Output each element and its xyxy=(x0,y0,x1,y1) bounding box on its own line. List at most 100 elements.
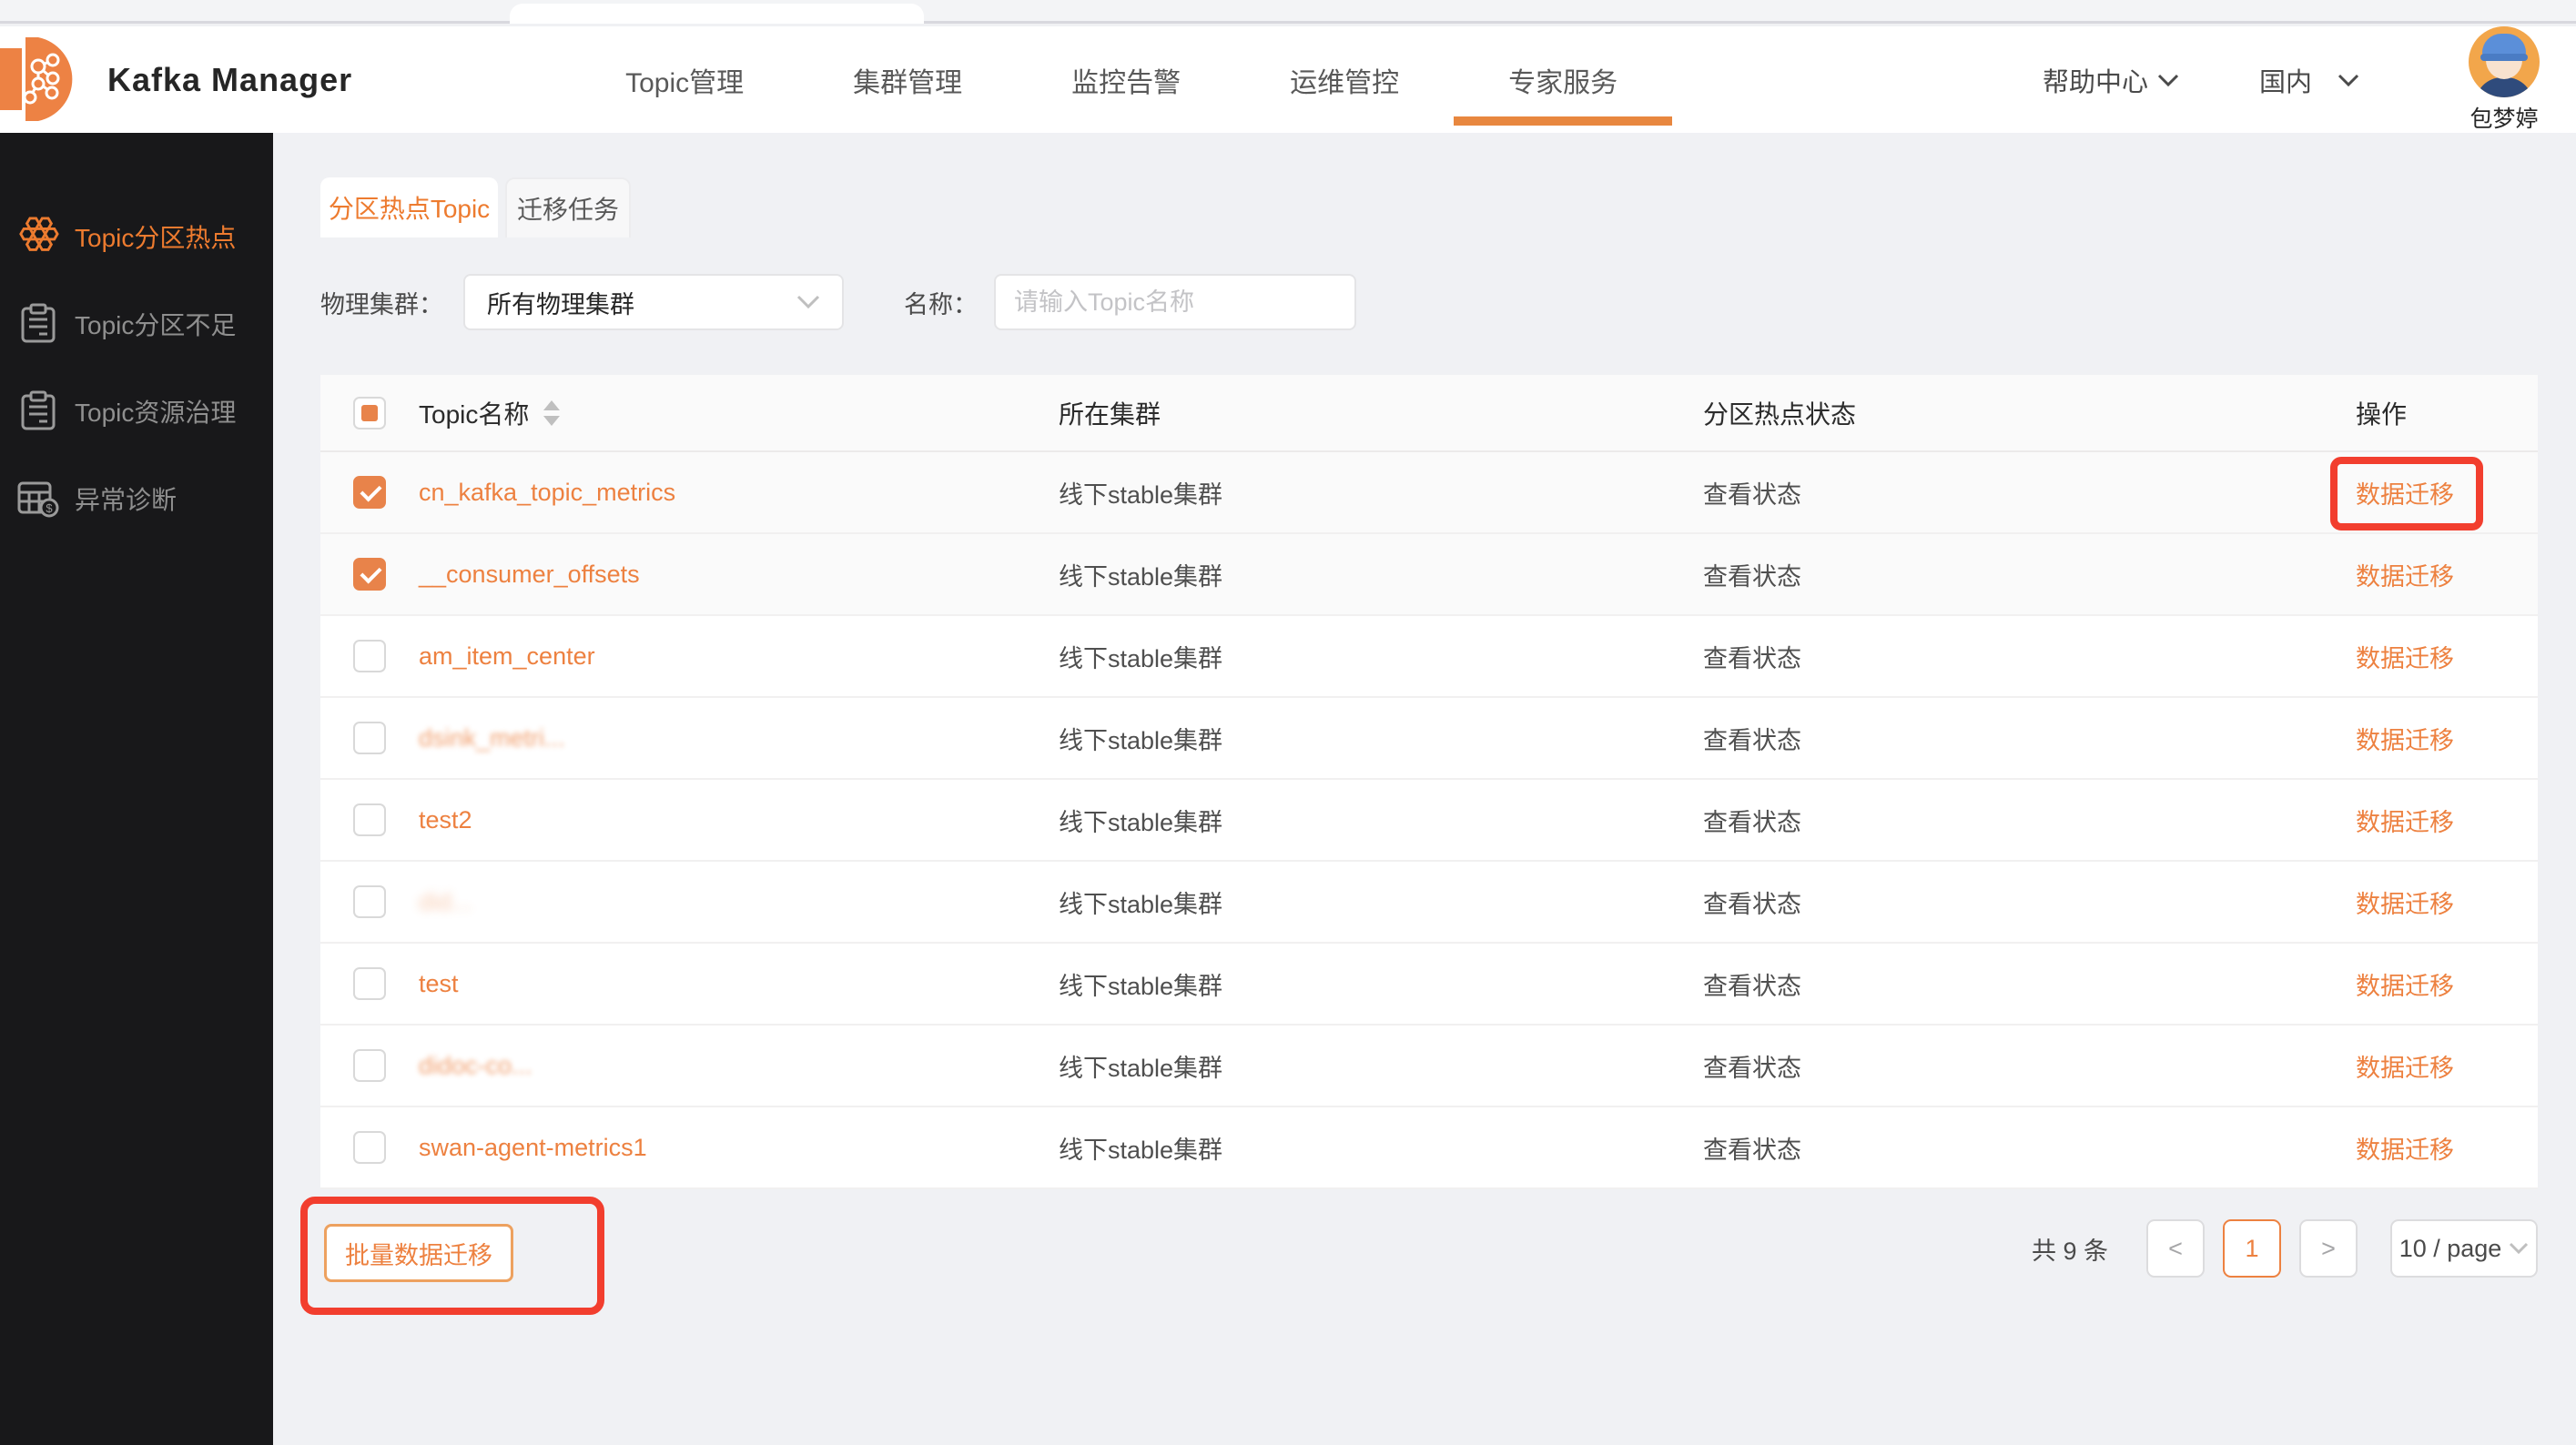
migrate-link[interactable]: 数据迁移 xyxy=(2356,973,2454,1000)
migrate-link[interactable]: 数据迁移 xyxy=(2356,563,2454,591)
tab-migration-tasks[interactable]: 迁移任务 xyxy=(505,177,631,237)
topic-link[interactable]: __consumer_offsets xyxy=(419,561,640,588)
page-size-value: 10 / page xyxy=(2399,1235,2502,1263)
topic-link[interactable]: did... xyxy=(419,888,472,915)
sidebar: Topic分区热点 Topic分区不足 Topic资源治理 xyxy=(0,133,273,1445)
topic-link[interactable]: swan-agent-metrics1 xyxy=(419,1134,647,1161)
migrate-link[interactable]: 数据迁移 xyxy=(2356,891,2454,918)
table-header-row: Topic名称 所在集群 分区热点状态 操作 xyxy=(320,375,2538,452)
row-checkbox[interactable] xyxy=(353,476,386,509)
topic-link[interactable]: cn_kafka_topic_metrics xyxy=(419,479,675,506)
tab-partition-hotspot-topic[interactable]: 分区热点Topic xyxy=(320,177,498,237)
app-title: Kafka Manager xyxy=(107,61,352,99)
page-1-button[interactable]: 1 xyxy=(2223,1219,2281,1278)
physical-cluster-value: 所有物理集群 xyxy=(487,285,796,320)
clipboard-icon xyxy=(15,390,62,432)
topic-link[interactable]: dsink_metri... xyxy=(419,724,565,752)
row-checkbox[interactable] xyxy=(353,885,386,918)
cluster-cell: 线下stable集群 xyxy=(1059,1048,1703,1084)
honeycomb-icon xyxy=(15,216,62,258)
table-row: __consumer_offsets 线下stable集群 查看状态 数据迁移 xyxy=(320,534,2538,616)
content-tabs: 分区热点Topic 迁移任务 xyxy=(320,177,2538,237)
select-all-checkbox[interactable] xyxy=(353,397,386,429)
table-row: test 线下stable集群 查看状态 数据迁移 xyxy=(320,944,2538,1026)
sidebar-item-topic-partition-hotspot[interactable]: Topic分区热点 xyxy=(0,193,273,280)
region-label: 国内 xyxy=(2259,61,2312,99)
username: 包梦婷 xyxy=(2470,101,2538,134)
sort-toggle[interactable] xyxy=(543,400,560,426)
browser-tab-remnant xyxy=(510,4,924,24)
table-row: cn_kafka_topic_metrics 线下stable集群 查看状态 数… xyxy=(320,452,2538,534)
status-link[interactable]: 查看状态 xyxy=(1703,891,1801,918)
topic-link[interactable]: am_item_center xyxy=(419,642,595,670)
sidebar-item-label: Topic分区热点 xyxy=(75,218,236,255)
status-link[interactable]: 查看状态 xyxy=(1703,973,1801,1000)
svg-text:$: $ xyxy=(46,501,53,515)
row-checkbox[interactable] xyxy=(353,967,386,1000)
page-size-select[interactable]: 10 / page xyxy=(2390,1219,2538,1278)
browser-strip xyxy=(0,0,2576,24)
topic-search-input[interactable] xyxy=(1014,288,1336,317)
topic-link[interactable]: test xyxy=(419,970,459,997)
sort-desc-icon[interactable] xyxy=(543,416,560,426)
next-page-button[interactable]: > xyxy=(2299,1219,2358,1278)
avatar[interactable] xyxy=(2469,26,2540,97)
row-checkbox[interactable] xyxy=(353,1131,386,1164)
row-checkbox[interactable] xyxy=(353,803,386,836)
table-row: dsink_metri... 线下stable集群 查看状态 数据迁移 xyxy=(320,698,2538,780)
status-link[interactable]: 查看状态 xyxy=(1703,481,1801,509)
table-row: swan-agent-metrics1 线下stable集群 查看状态 数据迁移 xyxy=(320,1107,2538,1189)
region-dropdown[interactable]: 国内 xyxy=(2259,61,2359,99)
sidebar-item-topic-partition-insufficient[interactable]: Topic分区不足 xyxy=(0,280,273,368)
prev-page-button[interactable]: < xyxy=(2146,1219,2205,1278)
table-row: did... 线下stable集群 查看状态 数据迁移 xyxy=(320,862,2538,944)
status-link[interactable]: 查看状态 xyxy=(1703,1137,1801,1164)
nav-ops-control[interactable]: 运维管控 xyxy=(1235,26,1454,133)
topic-link[interactable]: test2 xyxy=(419,806,472,834)
annotation-migrate-red-box: 数据迁移 xyxy=(2356,475,2454,510)
cluster-cell: 线下stable集群 xyxy=(1059,475,1703,510)
migrate-link[interactable]: 数据迁移 xyxy=(2356,481,2454,509)
sidebar-item-topic-resource-governance[interactable]: Topic资源治理 xyxy=(0,368,273,455)
help-center-label: 帮助中心 xyxy=(2043,61,2148,99)
pagination: 共 9 条 < 1 > 10 / page xyxy=(2032,1219,2538,1278)
status-link[interactable]: 查看状态 xyxy=(1703,563,1801,591)
migrate-link[interactable]: 数据迁移 xyxy=(2356,1055,2454,1082)
row-checkbox[interactable] xyxy=(353,722,386,754)
status-link[interactable]: 查看状态 xyxy=(1703,809,1801,836)
row-checkbox[interactable] xyxy=(353,558,386,591)
nav-expert-service[interactable]: 专家服务 xyxy=(1454,26,1672,133)
status-link[interactable]: 查看状态 xyxy=(1703,645,1801,672)
user-menu[interactable]: 包梦婷 xyxy=(2469,26,2540,134)
column-topic-name: Topic名称 xyxy=(419,395,529,431)
row-checkbox[interactable] xyxy=(353,640,386,672)
migrate-link[interactable]: 数据迁移 xyxy=(2356,1137,2454,1164)
nav-monitoring-alerts[interactable]: 监控告警 xyxy=(1017,26,1235,133)
migrate-link[interactable]: 数据迁移 xyxy=(2356,727,2454,754)
physical-cluster-select[interactable]: 所有物理集群 xyxy=(463,274,844,330)
chevron-down-icon xyxy=(2338,74,2359,86)
migrate-link[interactable]: 数据迁移 xyxy=(2356,645,2454,672)
status-link[interactable]: 查看状态 xyxy=(1703,1055,1801,1082)
cluster-cell: 线下stable集群 xyxy=(1059,803,1703,838)
top-nav: Topic管理 集群管理 监控告警 运维管控 专家服务 xyxy=(571,26,1672,133)
physical-cluster-label: 物理集群： xyxy=(320,285,443,320)
app-logo-icon xyxy=(0,26,91,133)
nav-topic-management[interactable]: Topic管理 xyxy=(571,26,798,133)
chevron-down-icon xyxy=(2157,74,2179,86)
cluster-cell: 线下stable集群 xyxy=(1059,557,1703,592)
topic-link[interactable]: didoc-co... xyxy=(419,1052,532,1079)
sidebar-item-anomaly-diagnosis[interactable]: $ 异常诊断 xyxy=(0,455,273,542)
batch-data-migrate-button[interactable]: 批量数据迁移 xyxy=(324,1224,513,1282)
status-link[interactable]: 查看状态 xyxy=(1703,727,1801,754)
migrate-link[interactable]: 数据迁移 xyxy=(2356,809,2454,836)
column-actions: 操作 xyxy=(2356,395,2538,431)
diagnosis-grid-icon: $ xyxy=(15,480,62,518)
sidebar-item-label: Topic分区不足 xyxy=(75,306,236,342)
sort-asc-icon[interactable] xyxy=(543,400,560,410)
nav-cluster-management[interactable]: 集群管理 xyxy=(798,26,1017,133)
row-checkbox[interactable] xyxy=(353,1049,386,1082)
help-center-dropdown[interactable]: 帮助中心 xyxy=(2043,61,2179,99)
table-row: didoc-co... 线下stable集群 查看状态 数据迁移 xyxy=(320,1026,2538,1107)
clipboard-icon xyxy=(15,303,62,345)
